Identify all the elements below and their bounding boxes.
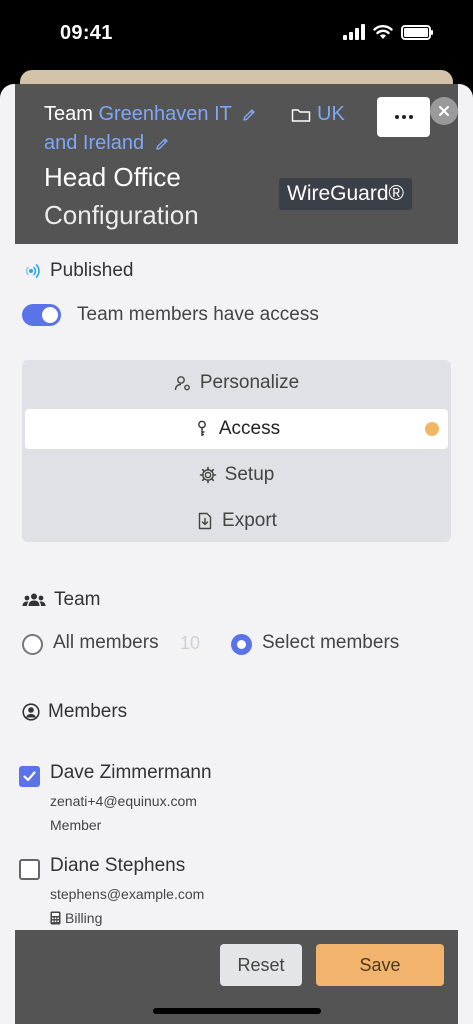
select-members-radio[interactable] [231,634,252,655]
config-header: Team Greenhaven IT and Ireland UK Head O… [15,84,458,244]
user-gear-icon [174,376,190,391]
menu-label-personalize: Personalize [199,372,300,393]
export-file-icon [198,512,212,530]
all-members-radio[interactable] [22,634,43,655]
user-circle-icon [22,703,40,721]
status-time: 09:41 [60,22,113,44]
close-icon [439,106,449,116]
checkmark-icon [23,771,36,782]
calculator-icon [50,911,61,925]
member-email: stephens@example.com [50,886,205,902]
folder-icon [291,108,311,122]
configuration-sheet: Team Greenhaven IT and Ireland UK Head O… [0,84,473,1024]
access-toggle-row: Team members have access [22,304,319,326]
status-indicator-dot [425,422,439,436]
member-count: 10 [180,633,201,653]
menu-label-access: Access [218,418,281,439]
team-scope-options: All members 10 Select members [22,632,452,658]
menu-label-setup: Setup [224,464,275,485]
menu-label-export: Export [222,510,277,531]
cellular-signal-icon [343,24,365,40]
team-name-link[interactable]: Greenhaven IT [98,103,231,125]
protocol-badge: WireGuard® [279,178,412,210]
member-email: zenati+4@equinux.com [50,793,197,809]
access-toggle-label: Team members have access [77,304,319,325]
config-menu: Personalize Access Setup Export [22,360,451,542]
members-section-label: Members [22,701,127,723]
menu-item-access[interactable]: Access [25,409,448,449]
broadcast-icon [25,264,40,278]
published-status: Published [22,260,133,282]
wifi-icon [373,25,393,39]
save-button[interactable]: Save [316,944,444,986]
close-button[interactable] [430,97,458,125]
member-name: Dave Zimmermann [50,762,212,783]
team-label: Team [54,589,101,610]
member-checkbox[interactable] [19,766,40,787]
reset-button[interactable]: Reset [220,944,302,986]
key-icon [197,420,206,436]
gear-icon [199,466,216,484]
team-section-label: Team [22,589,100,611]
more-options-button[interactable] [377,97,430,137]
team-prefix: Team [44,103,93,125]
member-checkbox[interactable] [19,859,40,880]
member-role: Billing [65,910,103,926]
home-indicator [153,1008,321,1014]
folder-link[interactable]: UK [291,100,345,129]
page-title: Head Office Configuration [44,158,199,234]
members-label: Members [48,701,128,722]
battery-icon [401,24,433,40]
folder-label: UK [317,103,345,125]
title-line2: Configuration [44,200,199,230]
group-icon [22,593,46,606]
published-label: Published [50,260,134,281]
access-toggle[interactable] [22,304,61,326]
menu-item-setup[interactable]: Setup [25,455,448,495]
member-role-group: Billing [50,910,102,926]
edit-pencil-icon[interactable] [241,107,257,123]
status-bar: 09:41 [0,0,473,70]
member-name: Diane Stephens [50,855,186,876]
menu-item-export[interactable]: Export [25,501,448,541]
menu-item-personalize[interactable]: Personalize [25,363,448,403]
title-line1: Head Office [44,162,181,192]
team-name-link-line2[interactable]: and Ireland [44,132,144,154]
edit-pencil-icon[interactable] [154,136,170,152]
all-members-label[interactable]: All members [53,632,159,654]
select-members-label[interactable]: Select members [262,632,399,654]
member-role: Member [50,817,102,833]
status-icons [343,24,433,40]
team-line: Team Greenhaven IT and Ireland [44,100,274,158]
